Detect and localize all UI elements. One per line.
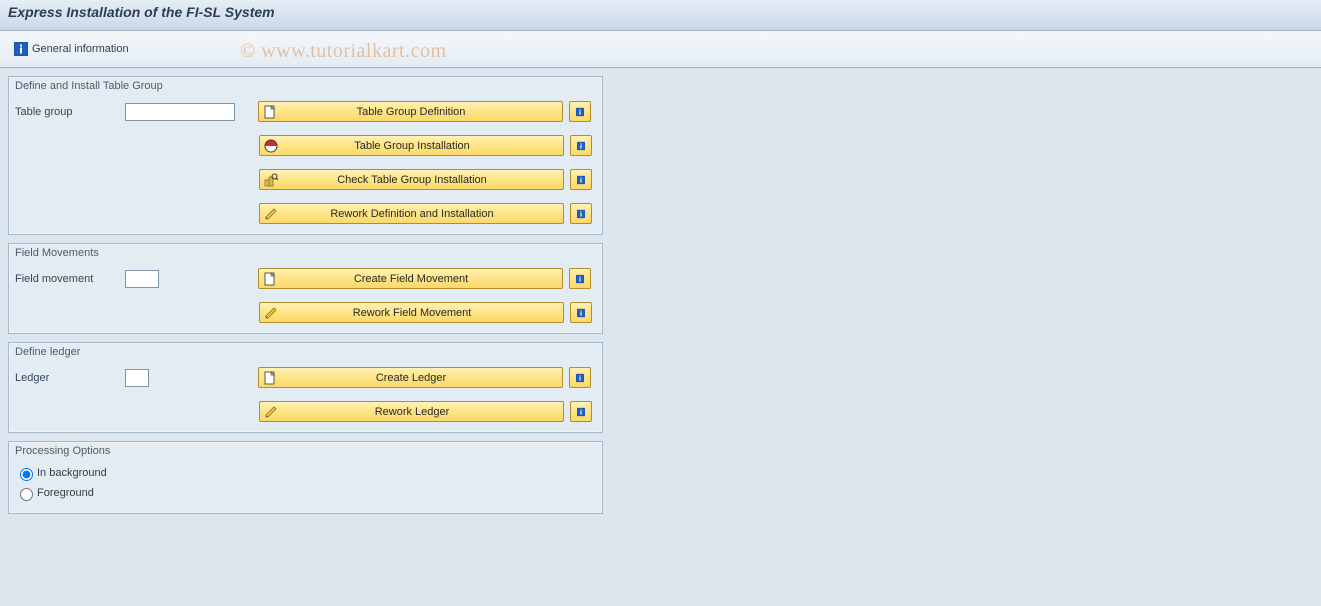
table-group-definition-info-button[interactable]: [569, 101, 591, 122]
create-ledger-info-button[interactable]: [569, 367, 591, 388]
button-label: Table Group Installation: [283, 140, 563, 152]
button-label: Create Field Movement: [282, 273, 562, 285]
rework-ledger-button[interactable]: Rework Ledger: [259, 401, 564, 422]
foreground-radio[interactable]: [20, 488, 33, 501]
button-label: Rework Ledger: [283, 406, 563, 418]
general-information-button[interactable]: General information: [8, 39, 135, 59]
create-ledger-button[interactable]: Create Ledger: [258, 367, 563, 388]
create-field-movement-button[interactable]: Create Field Movement: [258, 268, 563, 289]
in-background-radio[interactable]: [20, 468, 33, 481]
group-processing-options: Processing Options In background Foregro…: [8, 441, 603, 514]
rework-field-movement-info-button[interactable]: [570, 302, 592, 323]
ledger-input[interactable]: [125, 369, 149, 387]
info-icon: [576, 272, 584, 286]
app-toolbar: General information: [0, 31, 1321, 68]
check-table-group-installation-button[interactable]: Check Table Group Installation: [259, 169, 564, 190]
new-document-icon: [259, 368, 282, 387]
field-movement-input[interactable]: [125, 270, 159, 288]
ledger-label: Ledger: [15, 372, 125, 384]
button-label: Check Table Group Installation: [283, 174, 563, 186]
in-background-label[interactable]: In background: [37, 467, 107, 479]
new-document-icon: [259, 102, 282, 121]
pencil-icon: [260, 303, 283, 322]
info-icon: [14, 42, 28, 56]
general-information-label: General information: [32, 43, 129, 55]
table-group-installation-button[interactable]: Table Group Installation: [259, 135, 564, 156]
info-icon: [577, 207, 585, 221]
info-icon: [577, 405, 585, 419]
pencil-icon: [260, 402, 283, 421]
rework-ledger-info-button[interactable]: [570, 401, 592, 422]
group-field-movements: Field Movements Field movement Create Fi…: [8, 243, 603, 334]
info-icon: [576, 105, 584, 119]
check-icon: [260, 170, 283, 189]
foreground-label[interactable]: Foreground: [37, 487, 94, 499]
group-title: Define and Install Table Group: [9, 77, 602, 98]
button-label: Table Group Definition: [282, 106, 562, 118]
group-define-install-table-group: Define and Install Table Group Table gro…: [8, 76, 603, 235]
group-title: Field Movements: [9, 244, 602, 265]
button-label: Create Ledger: [282, 372, 562, 384]
field-movement-label: Field movement: [15, 273, 125, 285]
rework-field-movement-button[interactable]: Rework Field Movement: [259, 302, 564, 323]
button-label: Rework Definition and Installation: [283, 208, 563, 220]
table-group-label: Table group: [15, 106, 125, 118]
new-document-icon: [259, 269, 282, 288]
group-define-ledger: Define ledger Ledger Create Ledger Rewor…: [8, 342, 603, 433]
rework-definition-installation-button[interactable]: Rework Definition and Installation: [259, 203, 564, 224]
info-icon: [577, 306, 585, 320]
table-group-input[interactable]: [125, 103, 235, 121]
info-icon: [577, 139, 585, 153]
group-title: Processing Options: [9, 442, 602, 463]
globe-icon: [260, 136, 283, 155]
table-group-definition-button[interactable]: Table Group Definition: [258, 101, 563, 122]
check-table-group-installation-info-button[interactable]: [570, 169, 592, 190]
group-title: Define ledger: [9, 343, 602, 364]
content-area: Define and Install Table Group Table gro…: [0, 68, 611, 530]
page-title: Express Installation of the FI-SL System: [0, 0, 1321, 31]
pencil-icon: [260, 204, 283, 223]
info-icon: [577, 173, 585, 187]
table-group-installation-info-button[interactable]: [570, 135, 592, 156]
rework-definition-installation-info-button[interactable]: [570, 203, 592, 224]
create-field-movement-info-button[interactable]: [569, 268, 591, 289]
button-label: Rework Field Movement: [283, 307, 563, 319]
info-icon: [576, 371, 584, 385]
